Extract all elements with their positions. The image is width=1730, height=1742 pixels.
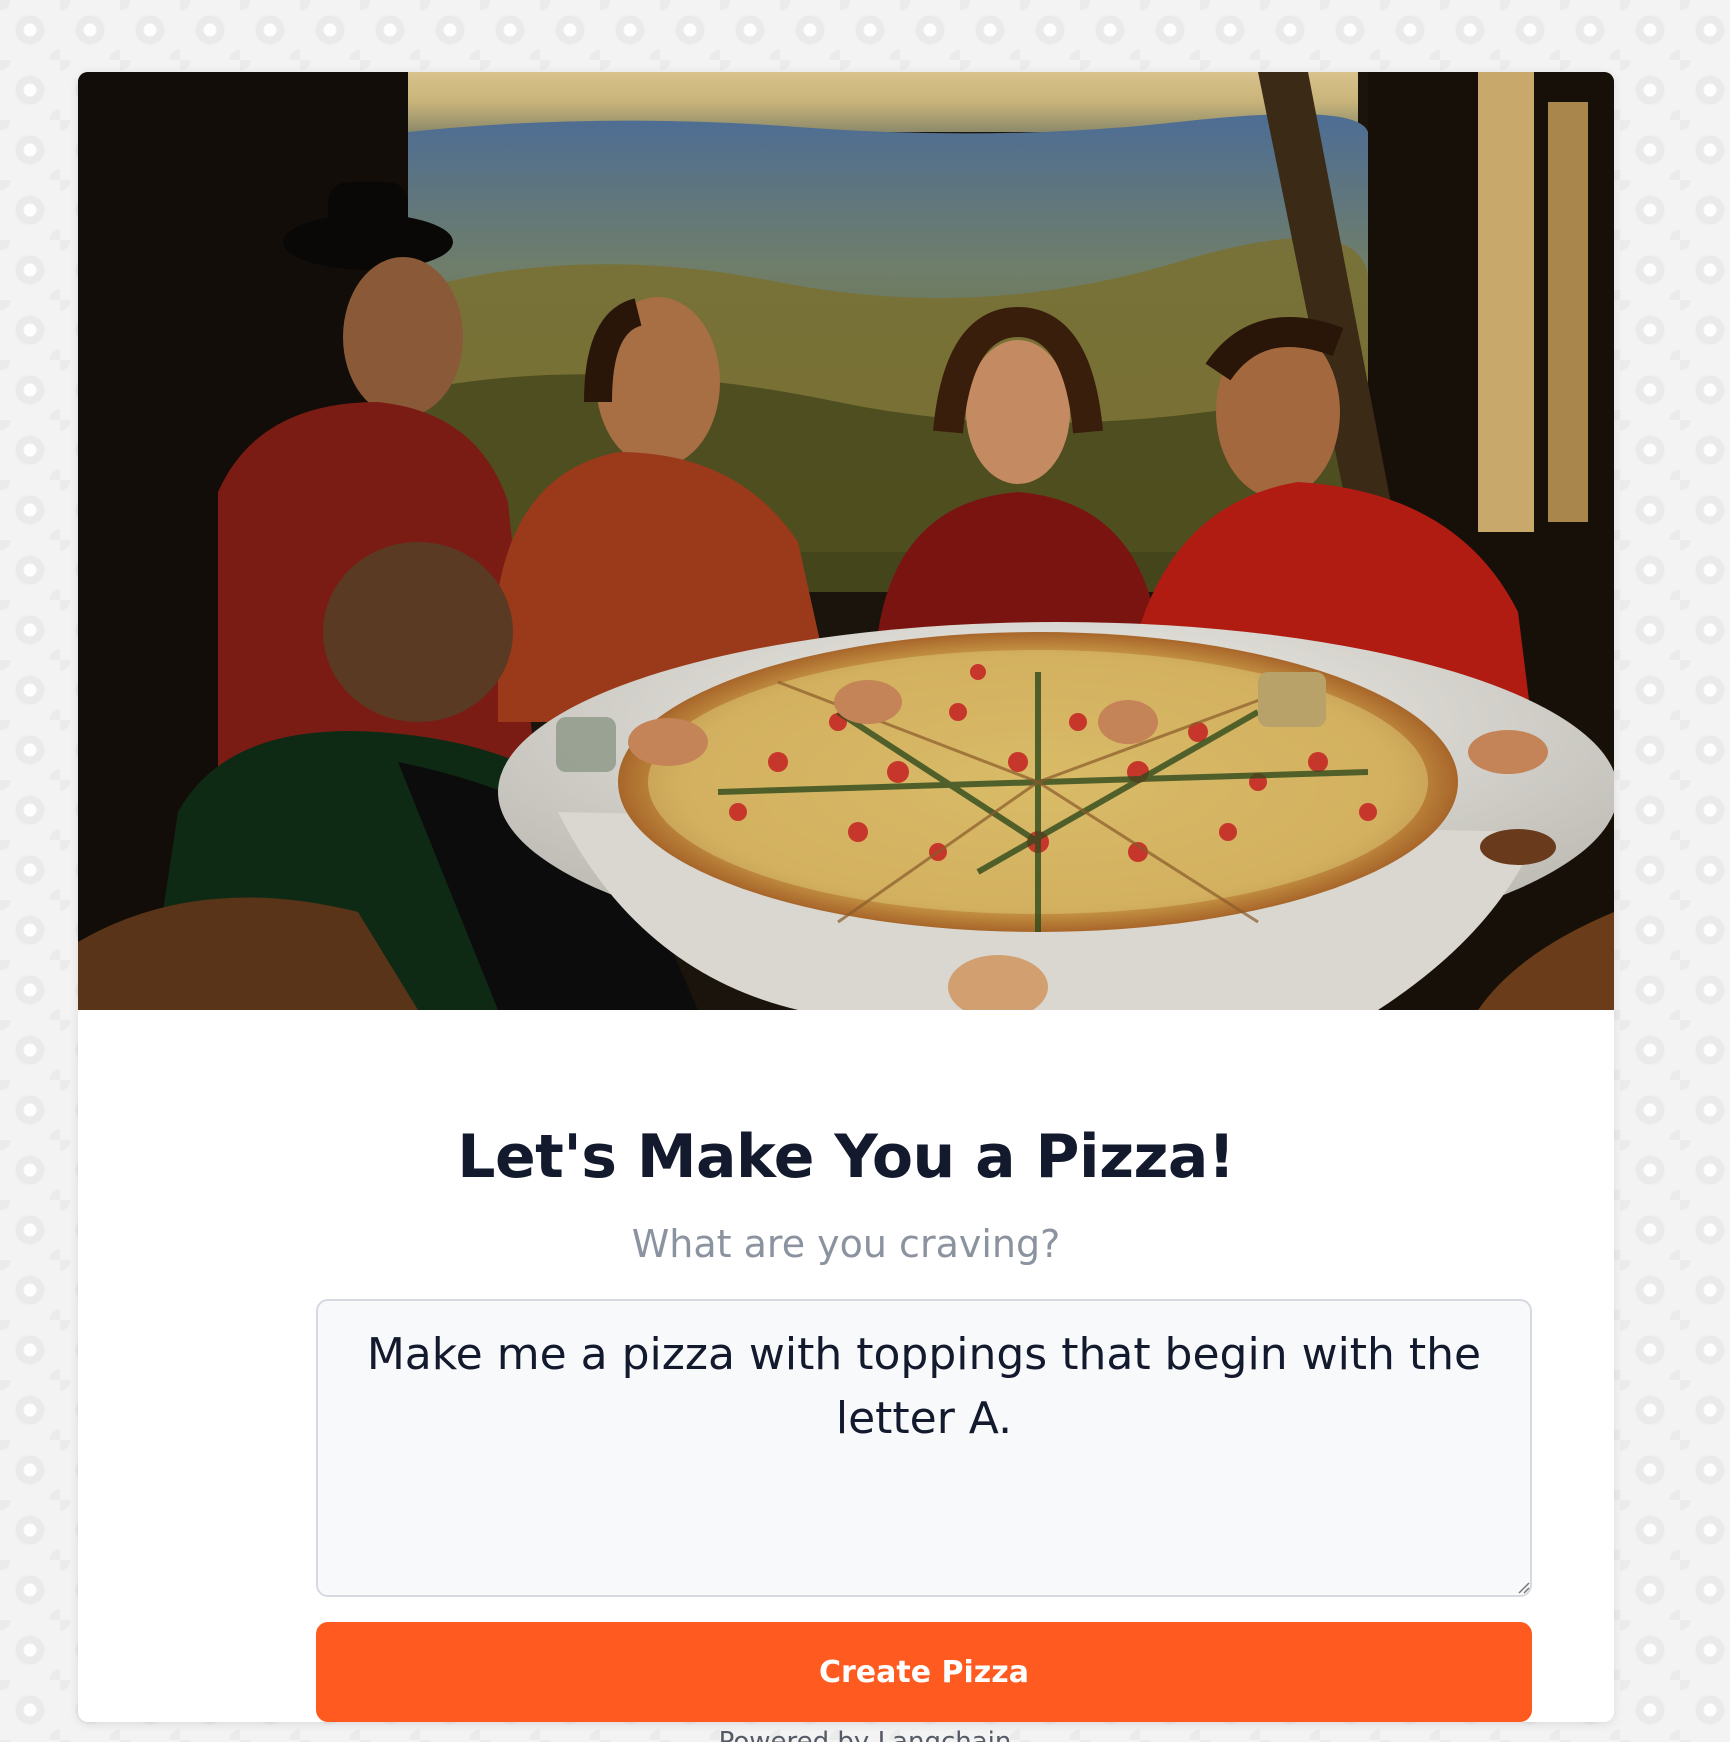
hero-painting-image — [78, 72, 1614, 1010]
create-pizza-button[interactable]: Create Pizza — [316, 1622, 1532, 1722]
footer-credit: Powered by Langchain — [718, 1727, 1012, 1742]
page-title: Let's Make You a Pizza! — [457, 1122, 1235, 1192]
pizza-prompt-input[interactable]: Make me a pizza with toppings that begin… — [316, 1299, 1532, 1597]
page-subtitle: What are you craving? — [631, 1222, 1061, 1266]
pizza-card: Let's Make You a Pizza! What are you cra… — [78, 72, 1614, 1722]
textarea-resize-handle-icon[interactable] — [1516, 1580, 1530, 1594]
